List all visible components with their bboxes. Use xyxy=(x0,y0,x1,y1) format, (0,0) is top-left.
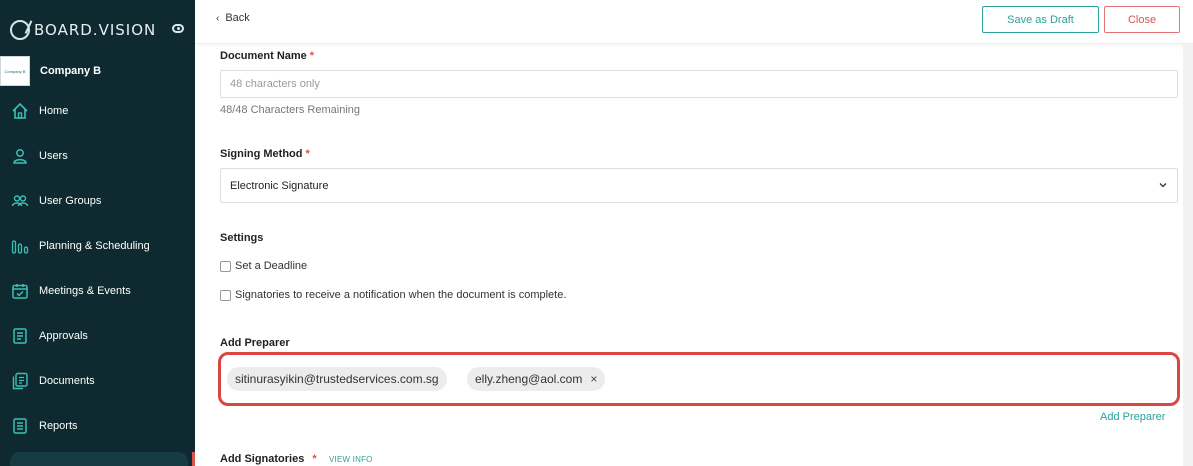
close-button[interactable]: Close xyxy=(1104,6,1180,33)
preparer-email: sitinurasyikin@trustedservices.com.sg xyxy=(235,372,439,386)
sidebar-item-label: User Groups xyxy=(39,194,102,207)
calendar-icon xyxy=(11,282,29,300)
document-name-label-text: Document Name xyxy=(220,50,307,62)
company-name: Company B xyxy=(40,65,102,77)
sidebar-item-reports[interactable]: Reports xyxy=(0,403,195,448)
required-mark: * xyxy=(305,148,310,160)
document-name-label: Document Name * xyxy=(220,50,314,62)
main-content: ‹ Back Save as Draft Close Document Name… xyxy=(195,0,1193,466)
user-icon xyxy=(11,147,29,165)
settings-label: Settings xyxy=(220,232,264,244)
add-signatories-label-text: Add Signatories xyxy=(220,453,305,465)
sidebar-item-label: Reports xyxy=(39,419,78,432)
eye-toggle-icon[interactable] xyxy=(172,24,184,33)
preparer-email: elly.zheng@aol.com xyxy=(475,372,583,386)
sidebar-item-approvals[interactable]: Approvals xyxy=(0,313,195,358)
signing-method-label: Signing Method * xyxy=(220,148,310,160)
preparer-input[interactable]: sitinurasyikin@trustedservices.com.sg el… xyxy=(218,352,1180,406)
approvals-icon xyxy=(11,327,29,345)
sidebar-nav: Home Users User Groups Planning & Schedu… xyxy=(0,88,195,448)
company-switcher[interactable]: Company B Company B xyxy=(0,56,195,86)
chevron-left-icon: ‹ xyxy=(216,12,220,24)
sidebar-item-documents[interactable]: Documents xyxy=(0,358,195,403)
sidebar-item-label: Meetings & Events xyxy=(39,284,131,297)
sidebar: BOARD.VISION Company B Company B Home Us… xyxy=(0,0,195,466)
signing-method-select[interactable]: Electronic Signature xyxy=(220,168,1178,203)
sidebar-item-planning[interactable]: Planning & Scheduling xyxy=(0,223,195,268)
preparer-chip: elly.zheng@aol.com × xyxy=(467,367,606,391)
chevron-down-icon xyxy=(1159,183,1167,188)
signing-method-label-text: Signing Method xyxy=(220,148,303,160)
company-logo: Company B xyxy=(0,56,30,86)
sidebar-item-label: Users xyxy=(39,149,68,162)
user-group-icon xyxy=(11,192,29,210)
documents-icon xyxy=(11,372,29,390)
sidebar-item-users[interactable]: Users xyxy=(0,133,195,178)
reports-icon xyxy=(11,417,29,435)
sidebar-item-label: Approvals xyxy=(39,329,88,342)
sidebar-item-label: Planning & Scheduling xyxy=(39,239,150,252)
remove-chip-icon[interactable]: × xyxy=(590,372,597,386)
top-bar: ‹ Back Save as Draft Close xyxy=(195,0,1193,44)
set-deadline-checkbox[interactable] xyxy=(220,260,231,272)
sidebar-item-label: Documents xyxy=(39,374,95,387)
required-mark: * xyxy=(312,453,317,465)
logo-mark-icon xyxy=(10,20,30,40)
notify-signatories-label: Signatories to receive a notification wh… xyxy=(235,289,567,301)
document-name-input[interactable] xyxy=(220,70,1178,98)
back-button[interactable]: ‹ Back xyxy=(216,12,250,24)
add-signatories-label: Add Signatories * xyxy=(220,453,317,465)
signing-method-value: Electronic Signature xyxy=(230,180,329,192)
sidebar-item-user-groups[interactable]: User Groups xyxy=(0,178,195,223)
save-draft-button[interactable]: Save as Draft xyxy=(982,6,1099,33)
preparer-chip: sitinurasyikin@trustedservices.com.sg xyxy=(227,367,447,391)
home-icon xyxy=(11,102,29,120)
set-deadline-option[interactable]: Set a Deadline xyxy=(220,260,307,272)
add-preparer-label: Add Preparer xyxy=(220,337,290,349)
characters-remaining-hint: 48/48 Characters Remaining xyxy=(220,104,361,116)
back-label: Back xyxy=(225,12,250,24)
planning-icon xyxy=(11,237,29,255)
set-deadline-label: Set a Deadline xyxy=(235,260,308,272)
board-vision-logo[interactable]: BOARD.VISION xyxy=(10,18,156,42)
notify-signatories-checkbox[interactable] xyxy=(220,289,231,301)
sidebar-item-meetings[interactable]: Meetings & Events xyxy=(0,268,195,313)
scrollbar[interactable] xyxy=(1183,44,1193,466)
add-preparer-link[interactable]: Add Preparer xyxy=(1100,411,1165,423)
notify-signatories-option[interactable]: Signatories to receive a notification wh… xyxy=(220,289,566,301)
sidebar-bottom-tab[interactable] xyxy=(10,452,188,466)
logo-text: BOARD.VISION xyxy=(34,21,157,39)
required-mark: * xyxy=(309,50,315,62)
sidebar-item-home[interactable]: Home xyxy=(0,88,195,133)
view-info-link[interactable]: VIEW INFO xyxy=(329,455,373,464)
sidebar-item-label: Home xyxy=(39,104,69,117)
